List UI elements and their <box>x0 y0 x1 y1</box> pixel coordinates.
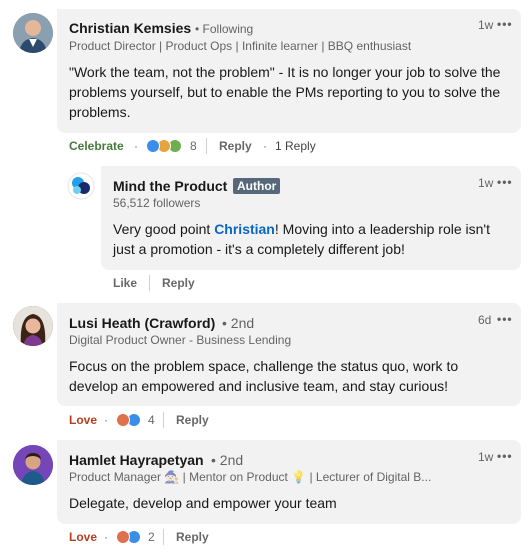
author-name[interactable]: Mind the Product <box>113 178 227 194</box>
reaction-button[interactable]: Love <box>69 413 97 427</box>
divider <box>149 275 150 291</box>
avatar-photo-icon <box>13 445 53 485</box>
avatar[interactable] <box>13 445 53 485</box>
reaction-count[interactable]: 8 <box>190 139 197 153</box>
replies-count-link[interactable]: 1 Reply <box>275 139 316 153</box>
relation-label: • Following <box>195 22 254 36</box>
mind-the-product-logo-icon <box>67 172 95 200</box>
comment-text: Focus on the problem space, challenge th… <box>69 358 459 394</box>
dot-separator: · <box>134 139 138 153</box>
reply-text: Very good point Christian! Moving into a… <box>113 219 513 259</box>
dot-separator: · <box>263 139 267 153</box>
avatar[interactable] <box>13 306 53 346</box>
dot-separator: · <box>104 530 108 544</box>
timestamp: 1w <box>478 450 494 464</box>
reply-text-start: Very good point <box>113 221 215 237</box>
author-headline: Digital Product Owner - Business Lending <box>69 333 292 347</box>
author-name[interactable]: Lusi Heath (Crawford) <box>69 315 215 331</box>
avatar[interactable] <box>67 172 95 200</box>
like-reaction-icon <box>146 139 160 153</box>
reply-button[interactable]: Reply <box>219 139 252 153</box>
mention-link[interactable]: Christian <box>214 221 275 237</box>
timestamp: 6d <box>478 313 492 327</box>
comment-text: Delegate, develop and empower your team <box>69 495 337 511</box>
author-headline: Product Manager 🧙🏻 | Mentor on Product 💡… <box>69 470 432 484</box>
reaction-count[interactable]: 2 <box>148 530 155 544</box>
more-options-icon[interactable]: ••• <box>497 449 513 463</box>
more-options-icon[interactable]: ••• <box>497 17 513 31</box>
author-name[interactable]: Christian Kemsies <box>69 20 191 36</box>
love-reaction-icon <box>116 413 130 427</box>
followers-count: 56,512 followers <box>113 196 201 210</box>
avatar-photo-icon <box>13 13 53 53</box>
author-headline: Product Director | Product Ops | Infinit… <box>69 39 412 53</box>
like-button[interactable]: Like <box>113 276 137 290</box>
divider <box>206 138 207 154</box>
reply-button[interactable]: Reply <box>176 413 209 427</box>
avatar[interactable] <box>13 13 53 53</box>
reply-button[interactable]: Reply <box>162 276 195 290</box>
reply-button[interactable]: Reply <box>176 530 209 544</box>
author-badge: Author <box>233 178 281 194</box>
relation-label: • 2nd <box>211 452 244 468</box>
reaction-count[interactable]: 4 <box>148 413 155 427</box>
timestamp: 1w <box>478 18 494 32</box>
dot-separator: · <box>104 413 108 427</box>
author-name[interactable]: Hamlet Hayrapetyan <box>69 452 204 468</box>
avatar-photo-icon <box>13 306 53 346</box>
divider <box>163 412 164 428</box>
more-options-icon[interactable]: ••• <box>497 175 513 189</box>
love-reaction-icon <box>116 530 130 544</box>
reaction-button[interactable]: Celebrate <box>69 139 124 153</box>
divider <box>163 529 164 545</box>
relation-label: • 2nd <box>222 315 255 331</box>
more-options-icon[interactable]: ••• <box>497 312 513 326</box>
comment-text: "Work the team, not the problem" - It is… <box>69 64 501 120</box>
timestamp: 1w <box>478 176 494 190</box>
reaction-button[interactable]: Love <box>69 530 97 544</box>
